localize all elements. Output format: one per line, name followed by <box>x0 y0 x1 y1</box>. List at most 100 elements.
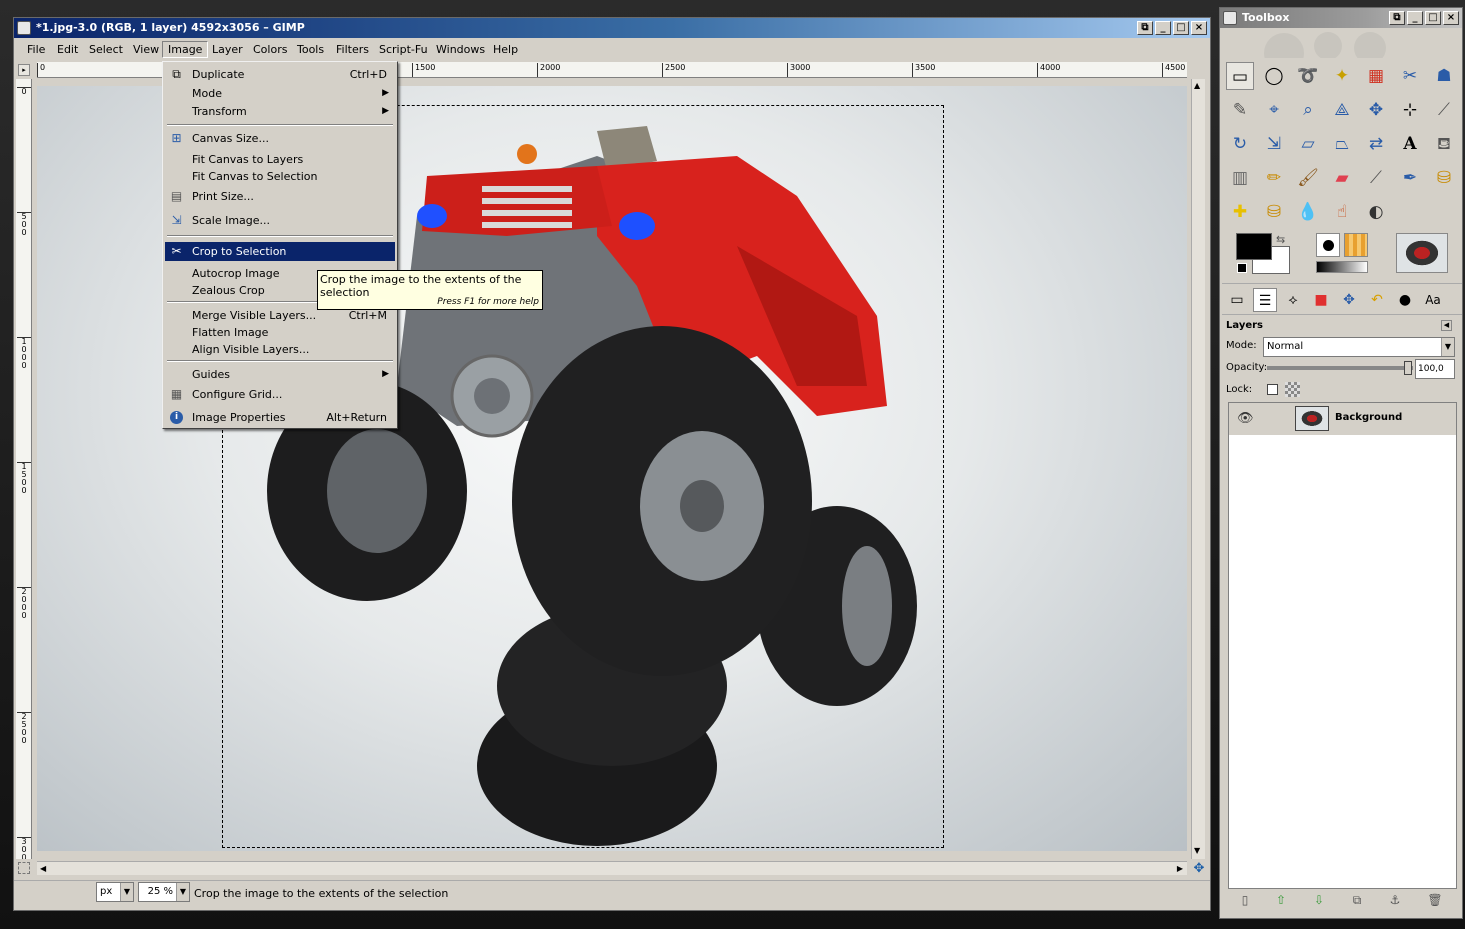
color-select-icon[interactable]: ▦ <box>1362 62 1390 90</box>
new-layer-icon[interactable]: ▯ <box>1234 890 1256 910</box>
foreground-color[interactable] <box>1236 233 1272 260</box>
vertical-ruler[interactable]: 0 5 0 0 1 0 0 0 1 5 0 0 2 0 0 0 2 5 0 0 … <box>16 79 32 859</box>
fuzzy-select-icon[interactable]: ✦ <box>1328 62 1356 90</box>
horizontal-scrollbar[interactable]: ◀ ▶ <box>37 861 1187 875</box>
restore-tab-button[interactable]: ⧉ <box>1389 11 1405 25</box>
duplicate-layer-icon[interactable]: ⧉ <box>1346 890 1368 910</box>
menu-item-configure-grid[interactable]: ▦ Configure Grid... <box>165 385 395 404</box>
menu-view[interactable]: View <box>128 41 164 58</box>
paintbrush-icon[interactable]: 🖌 <box>1294 164 1322 192</box>
menu-item-scale-image[interactable]: ⇲ Scale Image... <box>165 211 395 230</box>
panel-menu-icon[interactable]: ◀ <box>1441 320 1452 331</box>
menu-item-crop-to-selection[interactable]: ✂ Crop to Selection <box>165 242 395 261</box>
eye-icon[interactable]: 👁 <box>1237 411 1254 426</box>
tool-options-icon[interactable]: ▭ <box>1225 288 1249 312</box>
brushes-tab-icon[interactable]: ● <box>1393 288 1417 312</box>
bucket-fill-icon[interactable]: ⛾ <box>1430 130 1458 158</box>
menu-filters[interactable]: Filters <box>331 41 374 58</box>
rect-select-icon[interactable]: ▭ <box>1226 62 1254 90</box>
blur-icon[interactable]: 💧 <box>1294 198 1322 226</box>
layers-tab-icon[interactable]: ☰ <box>1253 288 1277 312</box>
close-button[interactable]: × <box>1443 11 1459 25</box>
shear-icon[interactable]: ▱ <box>1294 130 1322 158</box>
menu-item-mode[interactable]: Mode ▶ <box>165 84 395 103</box>
minimize-button[interactable]: _ <box>1407 11 1423 25</box>
opacity-slider[interactable] <box>1267 361 1413 375</box>
menu-item-fit-canvas-selection[interactable]: Fit Canvas to Selection <box>165 167 395 186</box>
foreground-select-icon[interactable]: ☗ <box>1430 62 1458 90</box>
ellipse-select-icon[interactable]: ◯ <box>1260 62 1288 90</box>
menu-item-align-visible[interactable]: Align Visible Layers... <box>165 340 395 359</box>
scroll-left-icon[interactable]: ◀ <box>40 864 46 873</box>
gradient-preview[interactable] <box>1316 261 1368 273</box>
unit-select[interactable]: px ▼ <box>96 882 134 902</box>
close-button[interactable]: × <box>1191 21 1207 35</box>
ink-icon[interactable]: ✒ <box>1396 164 1424 192</box>
airbrush-icon[interactable]: ⟋ <box>1362 164 1390 192</box>
restore-tab-button[interactable]: ⧉ <box>1137 21 1153 35</box>
fonts-tab-icon[interactable]: Aa <box>1421 288 1445 312</box>
menu-item-canvas-size[interactable]: ⊞ Canvas Size... <box>165 129 395 148</box>
pencil-icon[interactable]: ✏ <box>1260 164 1288 192</box>
menu-item-duplicate[interactable]: ⧉ Duplicate Ctrl+D <box>165 65 395 84</box>
brush-preview[interactable] <box>1316 233 1340 257</box>
move-tab-icon[interactable]: ✥ <box>1337 288 1361 312</box>
scroll-right-icon[interactable]: ▶ <box>1177 864 1183 873</box>
zoom-select[interactable]: 25 % ▼ <box>138 882 190 902</box>
scroll-up-icon[interactable]: ▲ <box>1194 81 1200 90</box>
free-select-icon[interactable]: ➰ <box>1294 62 1322 90</box>
clone-icon[interactable]: ⛁ <box>1430 164 1458 192</box>
scroll-down-icon[interactable]: ▼ <box>1194 846 1200 855</box>
scale-icon[interactable]: ⇲ <box>1260 130 1288 158</box>
paths-icon[interactable]: ✎ <box>1226 96 1254 124</box>
rotate-icon[interactable]: ↻ <box>1226 130 1254 158</box>
delete-layer-icon[interactable]: 🗑 <box>1424 890 1446 910</box>
text-icon[interactable]: A <box>1396 130 1424 158</box>
menu-layer[interactable]: Layer <box>207 41 248 58</box>
menu-file[interactable]: File <box>22 41 50 58</box>
pattern-preview[interactable] <box>1344 233 1368 257</box>
maximize-button[interactable]: □ <box>1425 11 1441 25</box>
zoom-icon[interactable]: ⌕ <box>1294 96 1322 124</box>
menu-image[interactable]: Image <box>162 41 209 58</box>
scissors-icon[interactable]: ✂ <box>1396 62 1424 90</box>
menu-help[interactable]: Help <box>488 41 523 58</box>
menu-arrow-button[interactable]: ▸ <box>18 64 30 76</box>
menu-item-print-size[interactable]: ▤ Print Size... <box>165 187 395 206</box>
active-image-thumbnail[interactable] <box>1396 233 1448 273</box>
align-icon[interactable]: ⊹ <box>1396 96 1424 124</box>
menu-item-transform[interactable]: Transform ▶ <box>165 102 395 121</box>
heal-icon[interactable]: ✚ <box>1226 198 1254 226</box>
raise-layer-icon[interactable]: ⇧ <box>1270 890 1292 910</box>
navigate-icon[interactable]: ✥ <box>1192 862 1206 876</box>
eraser-icon[interactable]: ▰ <box>1328 164 1356 192</box>
menu-select[interactable]: Select <box>84 41 128 58</box>
default-colors-icon[interactable] <box>1237 263 1247 273</box>
minimize-button[interactable]: _ <box>1155 21 1171 35</box>
menu-windows[interactable]: Windows <box>431 41 490 58</box>
anchor-layer-icon[interactable]: ⚓ <box>1384 890 1406 910</box>
menu-item-guides[interactable]: Guides ▶ <box>165 365 395 384</box>
opacity-slider-handle[interactable] <box>1404 361 1412 375</box>
lock-alpha-checkbox[interactable] <box>1267 384 1278 395</box>
gradient-icon[interactable]: ▥ <box>1226 164 1254 192</box>
patterns-tab-icon[interactable]: ■ <box>1309 288 1333 312</box>
lower-layer-icon[interactable]: ⇩ <box>1308 890 1330 910</box>
menu-colors[interactable]: Colors <box>248 41 292 58</box>
move-icon[interactable]: ✥ <box>1362 96 1390 124</box>
crop-tool-icon[interactable]: ⟋ <box>1430 96 1458 124</box>
flip-icon[interactable]: ⇄ <box>1362 130 1390 158</box>
layer-mode-select[interactable]: Normal ▼ <box>1263 337 1455 357</box>
paths-tab-icon[interactable]: ⟡ <box>1281 288 1305 312</box>
swap-colors-icon[interactable]: ⇆ <box>1276 233 1285 246</box>
title-bar[interactable]: *1.jpg-3.0 (RGB, 1 layer) 4592x3056 – GI… <box>14 18 1210 38</box>
perspective-icon[interactable]: ⏢ <box>1328 130 1356 158</box>
menu-script-fu[interactable]: Script-Fu <box>374 41 433 58</box>
menu-item-image-properties[interactable]: i Image Properties Alt+Return <box>165 408 395 427</box>
color-picker-icon[interactable]: ⌖ <box>1260 96 1288 124</box>
toolbox-title-bar[interactable]: Toolbox ⧉ _ □ × <box>1220 8 1462 28</box>
quick-mask-icon[interactable] <box>18 862 30 874</box>
opacity-spin[interactable]: 100,0 <box>1415 359 1455 379</box>
undo-tab-icon[interactable]: ↶ <box>1365 288 1389 312</box>
smudge-icon[interactable]: ☝ <box>1328 198 1356 226</box>
